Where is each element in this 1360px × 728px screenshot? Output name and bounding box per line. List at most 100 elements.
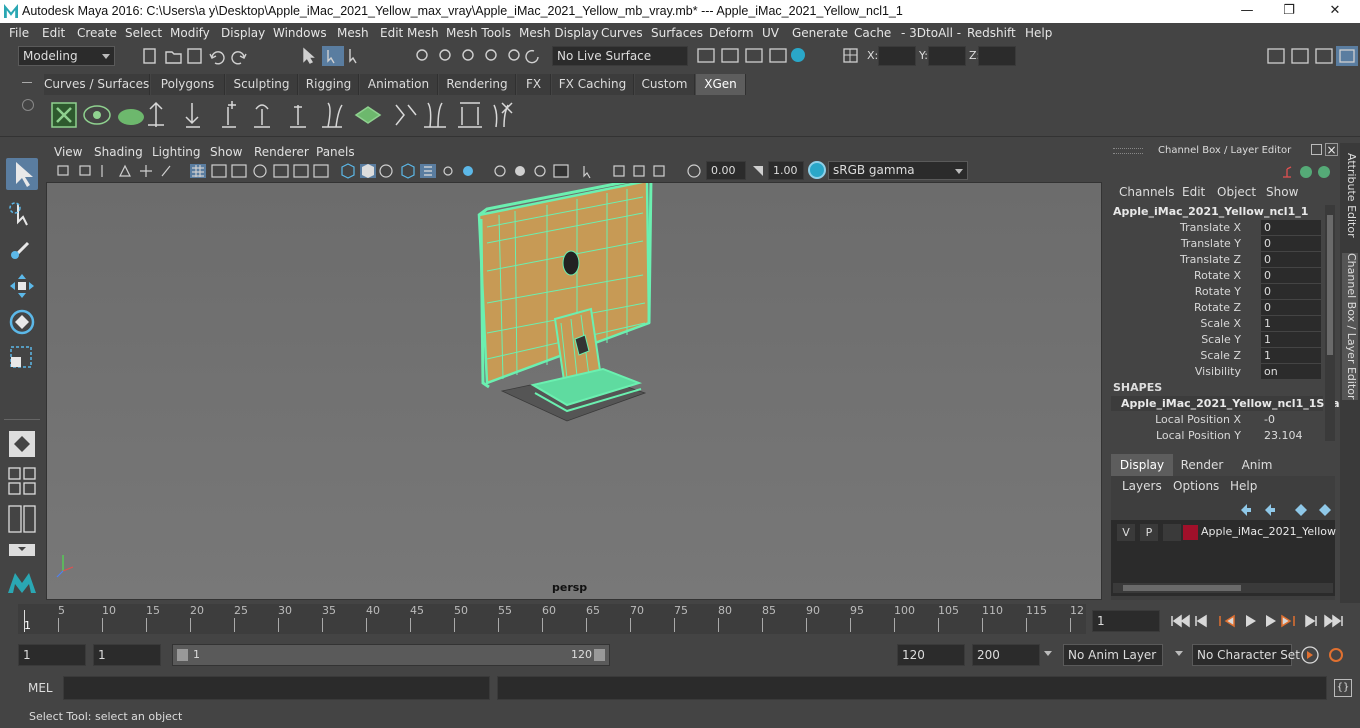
attr-scale-x[interactable]: Scale X1 xyxy=(1107,316,1321,332)
z-field[interactable] xyxy=(978,46,1016,66)
layer-type-toggle[interactable] xyxy=(1163,524,1181,541)
menu-select[interactable]: Select xyxy=(125,26,162,40)
range-slider[interactable]: 1 120 xyxy=(172,644,610,666)
animation-end-field[interactable]: 200 xyxy=(972,644,1040,666)
xgen-logo-icon[interactable] xyxy=(6,565,38,597)
shelf-tab-rendering[interactable]: Rendering xyxy=(439,74,516,95)
layer-help-menu[interactable]: Help xyxy=(1230,479,1257,493)
range-slider-start-handle[interactable] xyxy=(177,649,188,661)
character-set-selector[interactable]: No Character Set xyxy=(1192,644,1300,666)
shelf-tab-fx-caching[interactable]: FX Caching xyxy=(552,74,634,95)
menu-curves[interactable]: Curves xyxy=(601,26,643,40)
menu-create[interactable]: Create xyxy=(77,26,117,40)
shelf-menu-icon[interactable] xyxy=(22,82,32,83)
command-input[interactable] xyxy=(63,676,490,700)
channel-box-tab[interactable]: Channel Box / Layer Editor xyxy=(1342,253,1358,400)
show-menu[interactable]: Show xyxy=(1266,185,1298,199)
script-editor-icon[interactable]: {} xyxy=(1334,679,1352,697)
layer-tab-anim[interactable]: Anim xyxy=(1231,454,1283,476)
attr-translate-y[interactable]: Translate Y0 xyxy=(1107,236,1321,252)
close-panel-icon[interactable]: × xyxy=(1325,143,1338,156)
current-frame-field[interactable]: 1 xyxy=(1092,610,1160,632)
layer-name[interactable]: Apple_iMac_2021_Yellow xyxy=(1201,525,1336,538)
attr-translate-z[interactable]: Translate Z0 xyxy=(1107,252,1321,268)
layer-color-swatch[interactable] xyxy=(1183,525,1198,540)
viewport-menu-panels[interactable]: Panels xyxy=(316,145,355,159)
shelf-tab-custom[interactable]: Custom xyxy=(635,74,695,95)
menu-cache[interactable]: Cache xyxy=(854,26,891,40)
menu-mesh-tools[interactable]: Mesh Tools xyxy=(446,26,511,40)
viewport-menu-show[interactable]: Show xyxy=(210,145,242,159)
exposure-field[interactable]: 0.00 xyxy=(706,161,746,180)
shelf-tab-curves-surfaces[interactable]: Curves / Surfaces xyxy=(44,74,150,95)
attr-rotate-y[interactable]: Rotate Y0 xyxy=(1107,284,1321,300)
side-by-side-layout-icon[interactable] xyxy=(6,503,38,535)
object-name[interactable]: Apple_iMac_2021_Yellow_ncl1_1 xyxy=(1113,205,1308,218)
layer-tab-display[interactable]: Display xyxy=(1111,454,1173,476)
layer-visibility-toggle[interactable]: V xyxy=(1117,524,1135,541)
menu-mesh[interactable]: Mesh xyxy=(337,26,369,40)
single-perspective-layout-icon[interactable] xyxy=(6,428,38,460)
gamma-field[interactable]: 1.00 xyxy=(768,161,804,180)
panel-drag-handle[interactable] xyxy=(1113,148,1143,154)
close-button[interactable]: ✕ xyxy=(1312,1,1358,21)
command-language-label[interactable]: MEL xyxy=(28,681,53,695)
maximize-button[interactable]: ❐ xyxy=(1266,1,1312,21)
menu-windows[interactable]: Windows xyxy=(273,26,327,40)
select-tool[interactable] xyxy=(6,158,38,190)
attr-local-position-y[interactable]: Local Position Y 23.104 xyxy=(1107,428,1321,444)
layers-menu[interactable]: Layers xyxy=(1122,479,1162,493)
mode-selector[interactable]: Modeling xyxy=(18,46,115,66)
attr-rotate-x[interactable]: Rotate X0 xyxy=(1107,268,1321,284)
y-field[interactable] xyxy=(928,46,966,66)
viewport-menu-renderer[interactable]: Renderer xyxy=(254,145,309,159)
shelf-tab-fx[interactable]: FX xyxy=(517,74,551,95)
channel-box-scrollbar[interactable] xyxy=(1325,205,1335,441)
float-panel-icon[interactable] xyxy=(1311,144,1322,155)
scrollbar-thumb[interactable] xyxy=(1123,585,1241,591)
shelf-settings-gear-icon[interactable] xyxy=(22,99,34,111)
channels-menu[interactable]: Channels xyxy=(1119,185,1175,199)
transform-input-icon[interactable] xyxy=(842,46,860,66)
rotate-tool[interactable] xyxy=(6,306,38,338)
menu-display[interactable]: Display xyxy=(221,26,265,40)
menu-edit[interactable]: Edit xyxy=(42,26,65,40)
shape-name-row[interactable]: Apple_iMac_2021_Yellow_ncl1_1Shape xyxy=(1111,396,1355,411)
layer-tab-render[interactable]: Render xyxy=(1175,454,1229,476)
view-transform-selector[interactable]: sRGB gamma xyxy=(828,161,968,180)
menu-help[interactable]: Help xyxy=(1025,26,1052,40)
menu-surfaces[interactable]: Surfaces xyxy=(651,26,703,40)
options-menu[interactable]: Options xyxy=(1173,479,1219,493)
menu-redshift[interactable]: Redshift xyxy=(967,26,1016,40)
gamma-icon[interactable] xyxy=(749,162,767,180)
attr-scale-y[interactable]: Scale Y1 xyxy=(1107,332,1321,348)
viewport-menu-lighting[interactable]: Lighting xyxy=(152,145,201,159)
menu-mesh-display[interactable]: Mesh Display xyxy=(519,26,599,40)
minimize-button[interactable]: — xyxy=(1224,1,1270,21)
attr-local-position-x[interactable]: Local Position X -0 xyxy=(1107,412,1321,428)
color-management-toggle-icon[interactable] xyxy=(808,161,826,179)
attr-scale-z[interactable]: Scale Z1 xyxy=(1107,348,1321,364)
menu-uv[interactable]: UV xyxy=(762,26,779,40)
menu-deform[interactable]: Deform xyxy=(709,26,754,40)
paint-select-tool[interactable] xyxy=(6,233,38,265)
attr-rotate-z[interactable]: Rotate Z0 xyxy=(1107,300,1321,316)
attr-visibility[interactable]: Visibility on xyxy=(1107,364,1321,380)
live-surface-field[interactable]: No Live Surface xyxy=(552,46,688,66)
menu-modify[interactable]: Modify xyxy=(170,26,210,40)
layer-row[interactable]: V P Apple_iMac_2021_Yellow xyxy=(1115,524,1336,542)
menu-generate[interactable]: Generate xyxy=(792,26,848,40)
chevron-down-icon[interactable] xyxy=(1175,651,1183,656)
layer-playback-toggle[interactable]: P xyxy=(1140,524,1158,541)
menu-edit-mesh[interactable]: Edit Mesh xyxy=(380,26,439,40)
x-field[interactable] xyxy=(878,46,916,66)
shelf-tab-sculpting[interactable]: Sculpting xyxy=(226,74,298,95)
shelf-tab-rigging[interactable]: Rigging xyxy=(299,74,359,95)
shelf-tab-animation[interactable]: Animation xyxy=(360,74,438,95)
viewport-menu-view[interactable]: View xyxy=(54,145,82,159)
lasso-tool[interactable] xyxy=(6,198,38,230)
attr-translate-x[interactable]: Translate X0 xyxy=(1107,220,1321,236)
viewport-menu-shading[interactable]: Shading xyxy=(94,145,143,159)
perspective-viewport[interactable]: persp xyxy=(46,182,1102,600)
shelf-tab-xgen[interactable]: XGen xyxy=(696,74,746,95)
